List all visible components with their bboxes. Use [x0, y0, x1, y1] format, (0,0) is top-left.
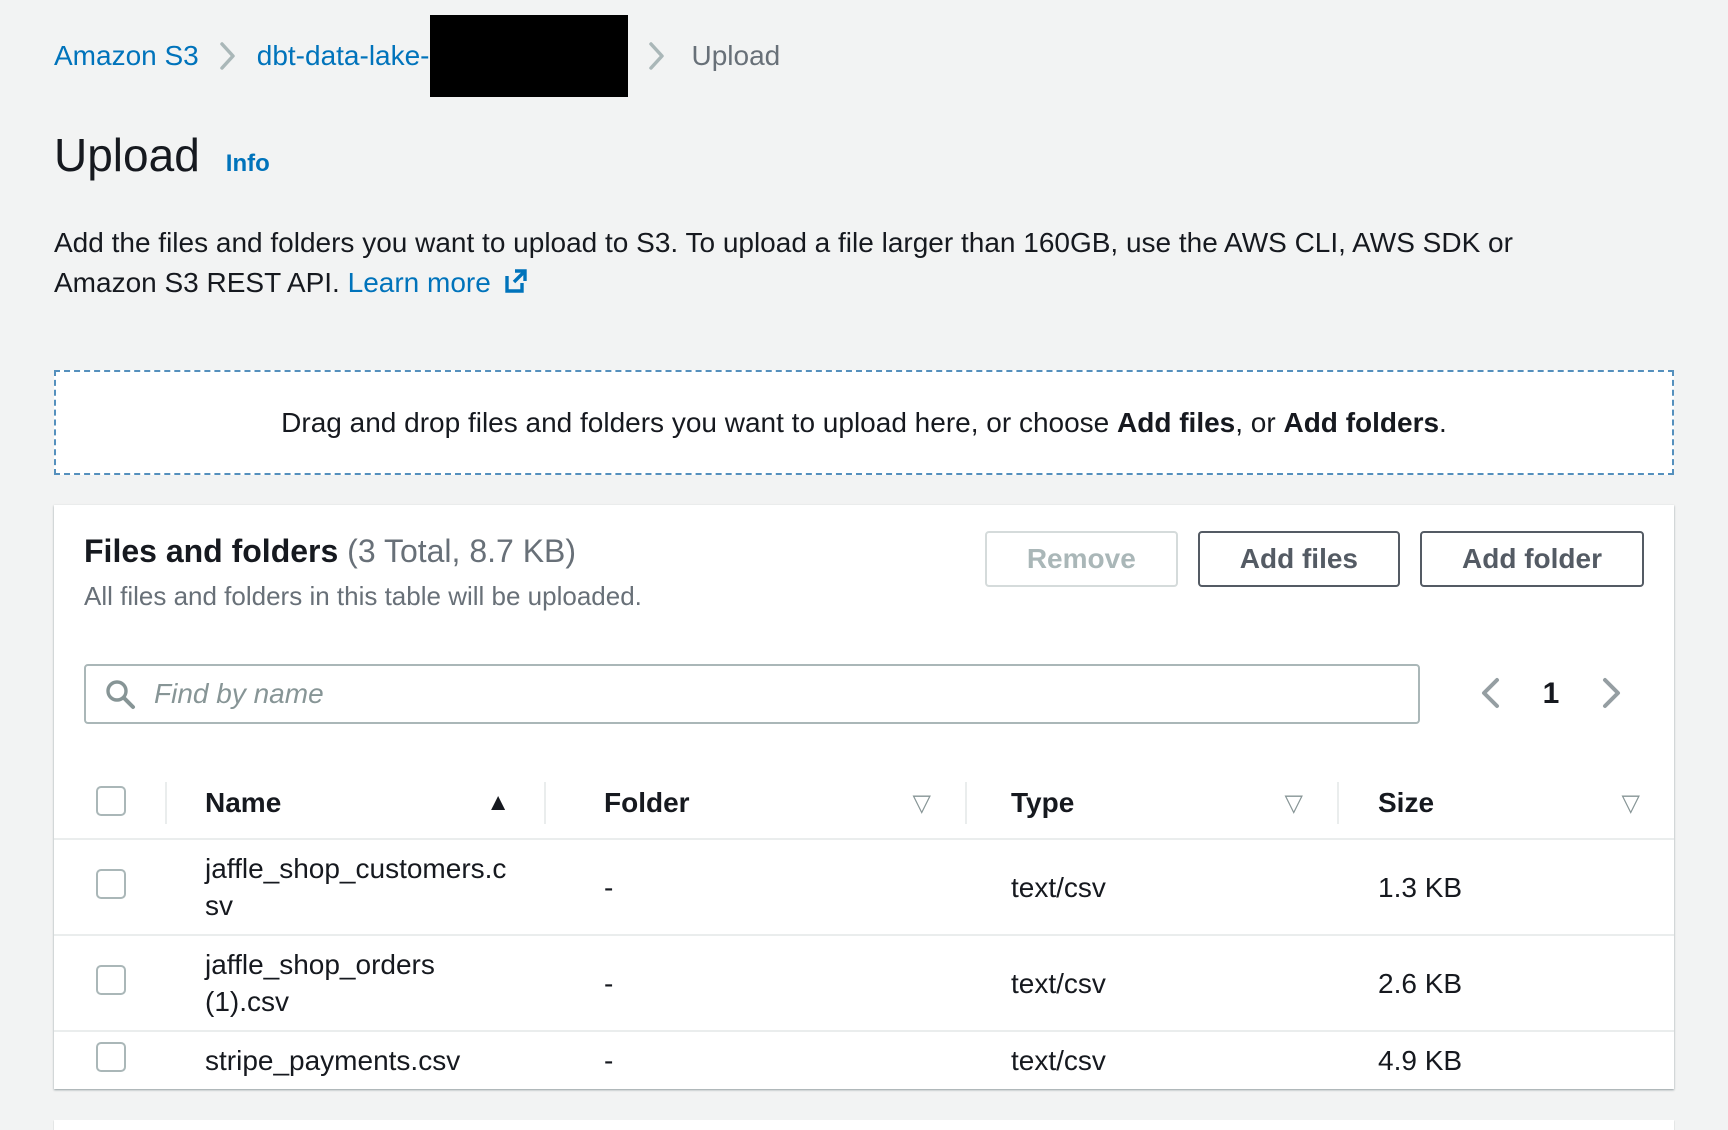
- filter-caret-icon: ▽: [1622, 789, 1640, 818]
- search-icon: [104, 678, 136, 710]
- type-cell: text/csv: [965, 1032, 1337, 1089]
- breadcrumb-bucket: dbt-data-lake-: [257, 15, 628, 97]
- current-page-number[interactable]: 1: [1522, 677, 1580, 711]
- chevron-right-icon: [219, 41, 237, 71]
- column-header-folder[interactable]: Folder ▽: [544, 768, 965, 838]
- breadcrumb-link-amazon-s3[interactable]: Amazon S3: [54, 40, 199, 72]
- search-box: [84, 664, 1420, 724]
- next-page-button[interactable]: [1580, 676, 1644, 713]
- filter-caret-icon: ▽: [913, 789, 931, 818]
- breadcrumb-link-bucket[interactable]: dbt-data-lake-: [257, 40, 430, 72]
- panel-title-block: Files and folders (3 Total, 8.7 KB) All …: [84, 531, 642, 612]
- page-header: Upload Info: [54, 127, 1674, 183]
- filter-caret-icon: ▽: [1285, 789, 1303, 818]
- info-link[interactable]: Info: [226, 150, 270, 178]
- chevron-left-icon: [1479, 676, 1501, 713]
- type-cell: text/csv: [965, 859, 1337, 916]
- previous-page-button[interactable]: [1458, 676, 1522, 713]
- folder-cell: -: [544, 1032, 965, 1089]
- page-description: Add the files and folders you want to up…: [54, 223, 1524, 306]
- table-row: stripe_payments.csv - text/csv 4.9 KB: [54, 1032, 1674, 1089]
- type-cell: text/csv: [965, 955, 1337, 1012]
- file-name-cell: jaffle_shop_orders (1).csv: [165, 936, 544, 1030]
- files-table: Name ▲ Folder ▽ Type ▽ Size ▽: [54, 768, 1674, 1089]
- size-cell: 2.6 KB: [1337, 955, 1674, 1012]
- size-cell: 4.9 KB: [1337, 1032, 1674, 1089]
- s3-upload-page: Amazon S3 dbt-data-lake- Upload Upload I…: [0, 0, 1728, 1089]
- table-row: jaffle_shop_orders (1).csv - text/csv 2.…: [54, 936, 1674, 1032]
- panel-count-summary: (3 Total, 8.7 KB): [347, 533, 576, 569]
- select-all-cell: [54, 786, 165, 821]
- folder-cell: -: [544, 955, 965, 1012]
- panel-subtitle: All files and folders in this table will…: [84, 581, 642, 612]
- table-toolbar: 1: [84, 664, 1644, 724]
- chevron-right-icon: [1601, 676, 1623, 713]
- panel-actions: Remove Add files Add folder: [985, 531, 1644, 587]
- find-by-name-input[interactable]: [152, 666, 1400, 722]
- breadcrumb: Amazon S3 dbt-data-lake- Upload: [54, 15, 1674, 97]
- description-text: Add the files and folders you want to up…: [54, 227, 1513, 298]
- pagination: 1: [1420, 676, 1644, 713]
- column-header-size[interactable]: Size ▽: [1337, 768, 1674, 838]
- folder-cell: -: [544, 859, 965, 916]
- table-row: jaffle_shop_customers.csv - text/csv 1.3…: [54, 840, 1674, 936]
- row-checkbox[interactable]: [96, 1042, 126, 1072]
- files-and-folders-panel: Files and folders (3 Total, 8.7 KB) All …: [54, 505, 1674, 1089]
- row-checkbox[interactable]: [96, 965, 126, 995]
- page-title: Upload: [54, 127, 200, 183]
- external-link-icon: [501, 266, 529, 306]
- panel-title: Files and folders (3 Total, 8.7 KB): [84, 531, 642, 571]
- column-header-type[interactable]: Type ▽: [965, 768, 1337, 838]
- drag-and-drop-zone[interactable]: Drag and drop files and folders you want…: [54, 370, 1674, 475]
- chevron-right-icon: [648, 41, 666, 71]
- remove-button[interactable]: Remove: [985, 531, 1178, 587]
- column-header-name[interactable]: Name ▲: [165, 768, 544, 838]
- size-cell: 1.3 KB: [1337, 859, 1674, 916]
- row-checkbox[interactable]: [96, 869, 126, 899]
- redacted-bucket-name: [430, 15, 628, 97]
- select-all-checkbox[interactable]: [96, 786, 126, 816]
- learn-more-link[interactable]: Learn more: [348, 267, 529, 298]
- dropzone-text: Drag and drop files and folders you want…: [281, 407, 1447, 439]
- add-folder-button[interactable]: Add folder: [1420, 531, 1644, 587]
- next-section-edge: [54, 1120, 1674, 1130]
- add-files-button[interactable]: Add files: [1198, 531, 1400, 587]
- breadcrumb-current-page: Upload: [692, 40, 781, 72]
- table-header-row: Name ▲ Folder ▽ Type ▽ Size ▽: [54, 768, 1674, 840]
- file-name-cell: jaffle_shop_customers.csv: [165, 840, 544, 934]
- file-name-cell: stripe_payments.csv: [165, 1032, 544, 1089]
- sort-ascending-icon: ▲: [486, 789, 510, 817]
